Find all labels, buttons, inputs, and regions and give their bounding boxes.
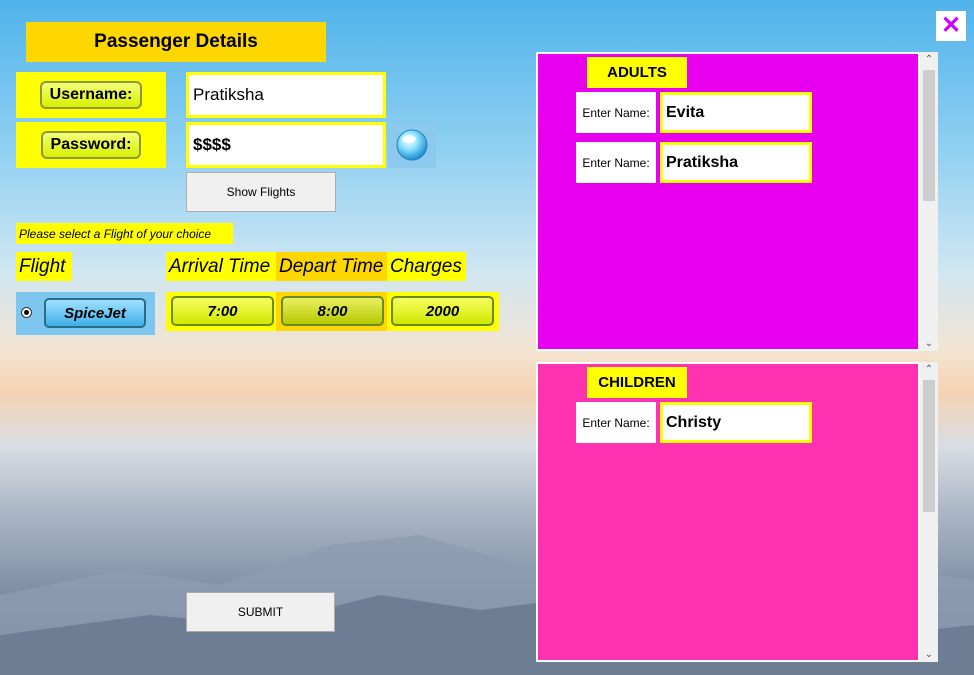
children-scrollbar[interactable]: ⌃ ⌄ <box>920 362 938 662</box>
header-flight: Flight <box>16 252 72 281</box>
adults-label: ADULTS <box>587 57 687 88</box>
close-icon: ✕ <box>940 12 962 39</box>
adults-scrollbar[interactable]: ⌃ ⌄ <box>920 52 938 351</box>
username-label: Username: <box>39 81 143 109</box>
adult-name-label-1: Enter Name: <box>576 92 656 133</box>
adults-scroll-thumb[interactable] <box>923 70 935 201</box>
password-label: Password: <box>40 131 142 159</box>
password-field[interactable]: $$$$ <box>186 122 386 168</box>
close-button[interactable]: ✕ <box>936 11 966 41</box>
header-depart-time: Depart Time <box>276 252 387 281</box>
charges-value: 2000 <box>391 296 494 326</box>
page-title: Passenger Details <box>26 22 326 62</box>
adult-name-label-2: Enter Name: <box>576 142 656 183</box>
username-field[interactable]: Pratiksha <box>186 72 386 118</box>
show-flights-button[interactable]: Show Flights <box>186 172 336 212</box>
children-scroll-thumb[interactable] <box>923 380 935 512</box>
adults-panel: ADULTS Enter Name: Evita Enter Name: Pra… <box>536 52 920 351</box>
password-label-box: Password: <box>16 122 166 168</box>
child-name-field-1[interactable]: Christy <box>660 402 812 443</box>
chevron-up-icon[interactable]: ⌃ <box>920 54 938 65</box>
adult-name-field-2[interactable]: Pratiksha <box>660 142 812 183</box>
instruction-text: Please select a Flight of your choice <box>16 223 233 244</box>
flight-option[interactable]: SpiceJet <box>16 292 155 335</box>
radio-selected-icon[interactable] <box>21 307 32 318</box>
adult-name-field-1[interactable]: Evita <box>660 92 812 133</box>
chevron-down-icon[interactable]: ⌄ <box>920 338 938 349</box>
children-label: CHILDREN <box>587 367 687 398</box>
arrival-time-value: 7:00 <box>171 296 274 326</box>
depart-time-value: 8:00 <box>281 296 384 326</box>
header-charges: Charges <box>387 252 466 281</box>
child-name-label-1: Enter Name: <box>576 402 656 443</box>
flight-name-pill[interactable]: SpiceJet <box>44 298 146 328</box>
orb-button[interactable] <box>388 122 436 168</box>
username-value[interactable]: Pratiksha <box>189 75 383 115</box>
chevron-down-icon[interactable]: ⌄ <box>920 649 938 660</box>
orb-icon <box>396 129 428 161</box>
children-panel: CHILDREN Enter Name: Christy <box>536 362 920 662</box>
chevron-up-icon[interactable]: ⌃ <box>920 364 938 375</box>
password-value[interactable]: $$$$ <box>189 125 383 165</box>
header-arrival-time: Arrival Time <box>166 252 276 281</box>
username-label-box: Username: <box>16 72 166 118</box>
submit-button[interactable]: SUBMIT <box>186 592 335 632</box>
